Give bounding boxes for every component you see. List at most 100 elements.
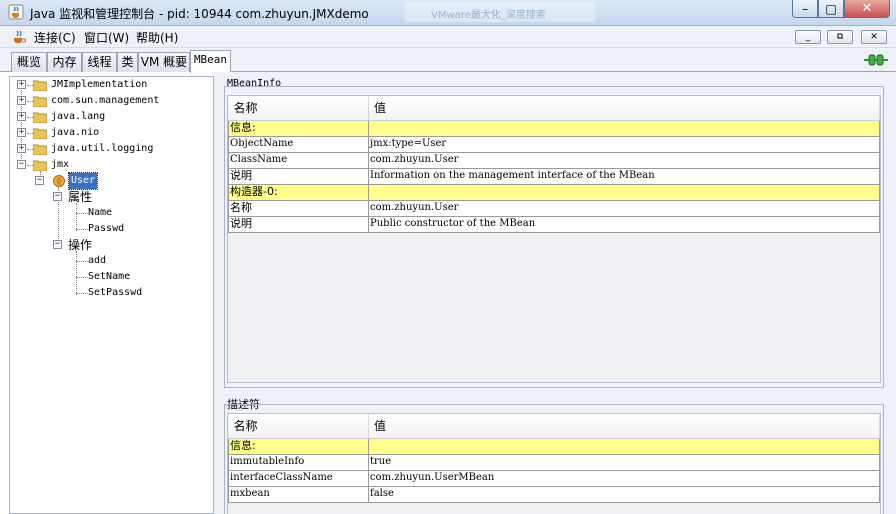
cell-value[interactable]: Information on the management interface …	[368, 167, 880, 185]
minimize-icon: –	[802, 1, 808, 16]
tab-memory[interactable]: 内存	[47, 52, 82, 72]
tab-overview[interactable]: 概览	[11, 52, 47, 72]
menu-window[interactable]: 窗口(W)	[84, 29, 129, 46]
cell-value[interactable]: com.zhuyun.User	[368, 199, 880, 217]
column-header-name[interactable]: 名称	[228, 96, 369, 121]
table-row[interactable]: 构造器-0:	[228, 183, 880, 201]
folder-icon	[33, 128, 47, 139]
tree-node-label: SetName	[88, 271, 131, 282]
cell-value[interactable]: jmx:type=User	[368, 135, 880, 153]
cell-name[interactable]: ObjectName	[228, 135, 369, 153]
inner-minimize-button[interactable]: _	[795, 30, 821, 44]
mbean-info-table: 名称 值 信息: ObjectName jmx:type=User ClassName…	[228, 96, 880, 233]
column-header-name[interactable]: 名称	[228, 414, 369, 439]
cell-value[interactable]: com.zhuyun.UserMBean	[368, 469, 880, 487]
cell-value[interactable]: false	[368, 485, 880, 503]
tree-connector	[76, 293, 88, 294]
cell-name[interactable]: 说明	[228, 167, 369, 185]
tree-leaf-attribute[interactable]: Passwd	[10, 221, 210, 237]
tree-node-java-util-logging[interactable]: + java.util.logging	[10, 141, 210, 157]
tree-node-operations[interactable]: − 操作	[10, 237, 210, 253]
tree-node-attributes[interactable]: − 属性	[10, 189, 210, 205]
cell-value[interactable]: true	[368, 453, 880, 471]
window-maximize-button[interactable]: □	[818, 0, 844, 18]
expand-icon[interactable]: +	[17, 96, 26, 105]
collapse-icon[interactable]: −	[53, 192, 62, 201]
tree-node-java-nio[interactable]: + java.nio	[10, 125, 210, 141]
cell-value[interactable]	[368, 437, 880, 455]
tree-leaf-attribute[interactable]: Name	[10, 205, 210, 221]
cell-value[interactable]	[368, 119, 880, 137]
tree-node-com-sun-management[interactable]: + com.sun.management	[10, 93, 210, 109]
table-row[interactable]: mxbean false	[228, 485, 880, 503]
tab-threads[interactable]: 线程	[82, 52, 117, 72]
folder-icon	[33, 80, 47, 91]
column-header-value[interactable]: 值	[368, 96, 880, 121]
window-title-bar[interactable]: Java 监视和管理控制台 - pid: 10944 com.zhuyun.JM…	[0, 0, 896, 26]
cell-value[interactable]	[368, 183, 880, 201]
table-row[interactable]: ClassName com.zhuyun.User	[228, 151, 880, 169]
tree-node-label: SetPasswd	[88, 287, 143, 298]
cell-name[interactable]: ClassName	[228, 151, 369, 169]
collapse-icon[interactable]: −	[53, 240, 62, 249]
tree-leaf-operation[interactable]: SetName	[10, 269, 210, 285]
cell-name[interactable]: 信息:	[228, 119, 369, 137]
cell-name[interactable]: 说明	[228, 215, 369, 233]
tree-leaf-operation[interactable]: SetPasswd	[10, 285, 210, 301]
table-row[interactable]: 信息:	[228, 119, 880, 137]
table-row[interactable]: 信息:	[228, 437, 880, 455]
tree-node-java-lang[interactable]: + java.lang	[10, 109, 210, 125]
cell-name[interactable]: 构造器-0:	[228, 183, 369, 201]
connection-status-icon[interactable]	[864, 54, 888, 66]
expand-icon[interactable]: +	[17, 80, 26, 89]
cell-value[interactable]: com.zhuyun.User	[368, 151, 880, 169]
mbean-bean-icon	[53, 175, 65, 187]
cell-name[interactable]: 名称	[228, 199, 369, 217]
descriptor-table-viewport[interactable]: 名称 值 信息: immutableInfo true interfaceClassN…	[227, 413, 881, 514]
menu-help[interactable]: 帮助(H)	[136, 29, 178, 46]
tree-leaf-operation[interactable]: add	[10, 253, 210, 269]
column-header-value[interactable]: 值	[368, 414, 880, 439]
tab-classes[interactable]: 类	[117, 52, 138, 72]
mbean-info-groupbox: 名称 值 信息: ObjectName jmx:type=User ClassName…	[224, 86, 884, 388]
tree-node-label: Passwd	[88, 223, 125, 234]
cell-name[interactable]: mxbean	[228, 485, 369, 503]
collapse-icon[interactable]: −	[17, 160, 26, 169]
expand-icon[interactable]: +	[17, 112, 26, 121]
table-row[interactable]: 名称 com.zhuyun.User	[228, 199, 880, 217]
cell-name[interactable]: 信息:	[228, 437, 369, 455]
window-minimize-button[interactable]: –	[792, 0, 818, 18]
tree-node-label: JMImplementation	[51, 79, 148, 90]
mbean-info-table-viewport[interactable]: 名称 值 信息: ObjectName jmx:type=User ClassName…	[227, 95, 881, 383]
tab-vm-summary[interactable]: VM 概要	[138, 52, 190, 72]
collapse-icon[interactable]: −	[35, 176, 44, 185]
mbean-tree[interactable]: + JMImplementation + com.sun.management …	[9, 76, 214, 514]
expand-icon[interactable]: +	[17, 128, 26, 137]
inner-restore-button[interactable]: ⧉	[827, 30, 853, 44]
table-row[interactable]: ObjectName jmx:type=User	[228, 135, 880, 153]
mbean-info-panel: MBeanInfo 名称 值 信息: ObjectName jmx:type=Use…	[219, 72, 896, 390]
tree-node-label: com.sun.management	[51, 95, 160, 106]
table-row[interactable]: 说明 Public constructor of the MBean	[228, 215, 880, 233]
descriptor-table: 名称 值 信息: immutableInfo true interfaceClassN…	[228, 414, 880, 503]
menu-connect[interactable]: 连接(C)	[34, 29, 76, 46]
table-row[interactable]: 说明 Information on the management interfac…	[228, 167, 880, 185]
table-row[interactable]: immutableInfo true	[228, 453, 880, 471]
tree-node-user[interactable]: − User	[10, 172, 210, 190]
tree-node-label: 操作	[68, 238, 93, 252]
table-row[interactable]: interfaceClassName com.zhuyun.UserMBean	[228, 469, 880, 487]
tab-mbean[interactable]: MBean	[190, 50, 231, 73]
tree-node-label: User	[67, 172, 99, 190]
cell-value[interactable]: Public constructor of the MBean	[368, 215, 880, 233]
tree-node-jmimplementation[interactable]: + JMImplementation	[10, 77, 210, 93]
java-cup-icon	[8, 4, 24, 20]
tree-node-label: java.nio	[51, 127, 100, 138]
tree-node-label: Name	[88, 207, 113, 218]
expand-icon[interactable]: +	[17, 144, 26, 153]
cell-name[interactable]: immutableInfo	[228, 453, 369, 471]
tree-node-label: jmx	[51, 159, 70, 170]
inner-close-button[interactable]: ✕	[861, 30, 887, 44]
window-close-button[interactable]: ✕	[844, 0, 890, 18]
folder-icon	[33, 96, 47, 107]
cell-name[interactable]: interfaceClassName	[228, 469, 369, 487]
